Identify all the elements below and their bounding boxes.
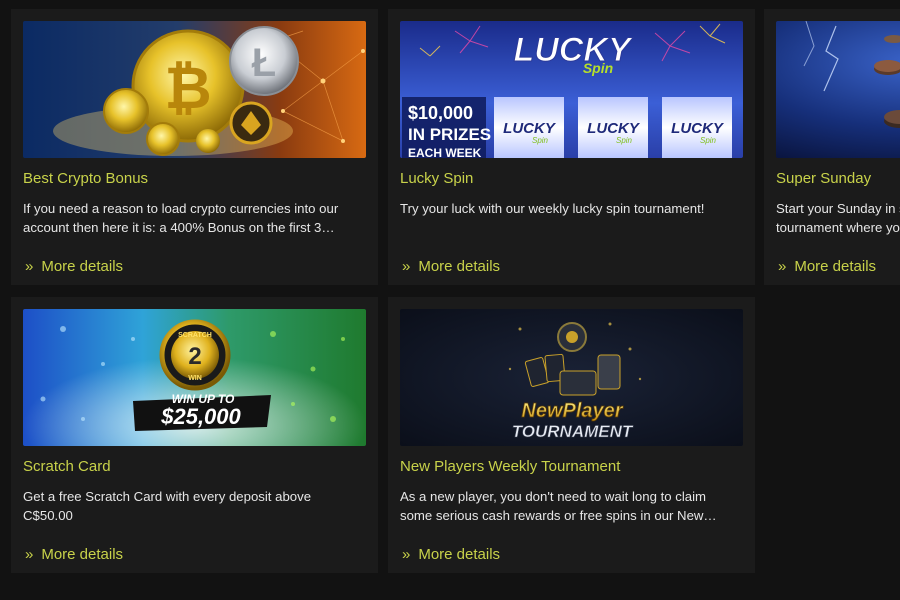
crypto-coins-icon: ₿ Ł (23, 21, 366, 158)
promo-card-clip: Super Sunday Start your Sunday in s tour… (764, 9, 900, 285)
prize-amount-text: $10,000 (408, 103, 473, 123)
card-title: Lucky Spin (400, 170, 474, 187)
lucky-logo-text: LUCKY (513, 31, 633, 69)
prize-label-text: IN PRIZES (408, 125, 491, 144)
card-description: If you need a reason to load crypto curr… (23, 201, 339, 235)
double-chevron-right-icon: » (402, 258, 411, 275)
slot-machine-icon: LUCKY Spin $10,000 IN PRIZES EACH WEEK L… (400, 21, 743, 158)
promo-card-scratch-card: 2 SCRATCH WIN WIN UP TO $25,000 Scratch … (11, 297, 378, 573)
card-description: Start your Sunday in s tournament where … (776, 201, 900, 235)
card-title: Scratch Card (23, 458, 111, 475)
card-description: As a new player, you don't need to wait … (400, 489, 717, 523)
reel-sub-text: Spin (700, 136, 717, 145)
card-description: Get a free Scratch Card with every depos… (23, 489, 312, 523)
scratch-win-icon: 2 SCRATCH WIN WIN UP TO $25,000 (23, 309, 366, 446)
reel-label-text: LUCKY (671, 120, 725, 137)
win-amount-text: $25,000 (160, 404, 241, 429)
double-chevron-right-icon: » (25, 258, 34, 275)
svg-text:₿: ₿ (164, 56, 211, 121)
casino-chips-icon (776, 21, 900, 158)
reel-sub-text: Spin (616, 136, 633, 145)
badge-number-text: 2 (188, 343, 201, 370)
lucky-spin-banner[interactable]: LUCKY Spin $10,000 IN PRIZES EACH WEEK L… (400, 21, 743, 158)
promo-card-new-players-tournament: NewPlayer TOURNAMENT New Players Weekly … (388, 297, 755, 573)
more-details-link[interactable]: » More details (25, 258, 123, 275)
card-title: Super Sunday (776, 170, 872, 187)
svg-text:Ł: Ł (252, 41, 276, 85)
badge-top-text: SCRATCH (178, 332, 212, 339)
crypto-bonus-banner[interactable]: ₿ Ł (23, 21, 366, 158)
super-sunday-banner[interactable] (776, 21, 900, 158)
new-player-tournament-banner[interactable]: NewPlayer TOURNAMENT (400, 309, 743, 446)
more-details-link[interactable]: » More details (402, 546, 500, 563)
promo-card-lucky-spin: LUCKY Spin $10,000 IN PRIZES EACH WEEK L… (388, 9, 755, 285)
scratch-card-banner[interactable]: 2 SCRATCH WIN WIN UP TO $25,000 (23, 309, 366, 446)
double-chevron-right-icon: » (25, 546, 34, 563)
promo-card-crypto-bonus: ₿ Ł Best Crypto Bonus If you need a reas… (11, 9, 378, 285)
prize-period-text: EACH WEEK (408, 146, 482, 158)
reel-label-text: LUCKY (503, 120, 557, 137)
more-details-link[interactable]: » More details (402, 258, 500, 275)
card-title: Best Crypto Bonus (23, 170, 149, 187)
card-description: Try your luck with our weekly lucky spin… (400, 201, 705, 216)
more-details-link[interactable]: » More details (25, 546, 123, 563)
banner-title-text: NewPlayer (521, 400, 623, 422)
promotions-page: ₿ Ł Best Crypto Bonus If you need a reas… (0, 0, 900, 600)
reel-sub-text: Spin (532, 136, 549, 145)
more-details-link[interactable]: » More details (778, 258, 876, 275)
card-title: New Players Weekly Tournament (400, 458, 621, 475)
promo-card-super-sunday: Super Sunday Start your Sunday in s tour… (764, 9, 900, 285)
spin-logo-text: Spin (583, 60, 613, 76)
tournament-trophy-icon: NewPlayer TOURNAMENT (400, 309, 743, 446)
reel-label-text: LUCKY (587, 120, 641, 137)
double-chevron-right-icon: » (778, 258, 787, 275)
banner-subtitle-text: TOURNAMENT (512, 422, 634, 441)
double-chevron-right-icon: » (402, 546, 411, 563)
badge-bottom-text: WIN (188, 375, 202, 382)
